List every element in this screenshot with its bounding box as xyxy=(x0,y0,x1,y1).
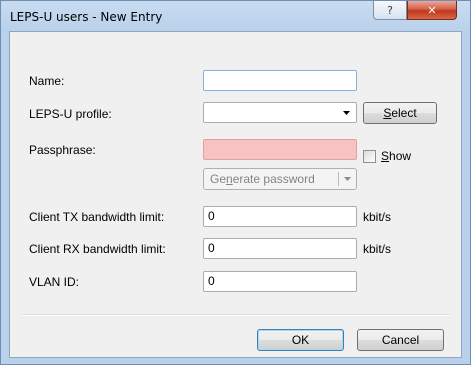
tx-limit-field[interactable]: 0 xyxy=(203,206,357,227)
dialog-window: LEPS-U users - New Entry ? ✕ Name: LEPS-… xyxy=(0,0,471,365)
show-passphrase-label[interactable]: Show xyxy=(381,149,411,163)
select-profile-button[interactable]: Select xyxy=(363,102,437,124)
select-label: elect xyxy=(391,106,417,120)
generate-label-pre: Ge xyxy=(210,172,227,186)
vlan-id-field[interactable]: 0 xyxy=(203,271,357,292)
close-button[interactable]: ✕ xyxy=(407,1,457,20)
passphrase-field[interactable] xyxy=(203,139,357,160)
rx-limit-label: Client RX bandwidth limit: xyxy=(29,242,166,256)
title-bar[interactable]: LEPS-U users - New Entry ? ✕ xyxy=(1,1,470,31)
profile-dropdown[interactable] xyxy=(203,102,357,123)
dialog-body: Name: LEPS-U profile: Select Passphrase:… xyxy=(9,31,462,358)
generate-password-button[interactable]: Ge n erate password xyxy=(203,168,357,190)
generate-label-post: erate password xyxy=(232,172,315,186)
name-label: Name: xyxy=(29,74,65,88)
window-title: LEPS-U users - New Entry xyxy=(10,10,163,24)
passphrase-label: Passphrase: xyxy=(29,143,96,157)
show-accel: S xyxy=(381,149,390,163)
cancel-button[interactable]: Cancel xyxy=(357,329,444,351)
profile-label: LEPS-U profile: xyxy=(29,107,112,121)
tx-limit-label: Client TX bandwidth limit: xyxy=(29,210,165,224)
chevron-down-icon xyxy=(344,177,351,181)
vlan-id-label: VLAN ID: xyxy=(29,275,80,289)
ok-button[interactable]: OK xyxy=(257,329,344,351)
rx-unit-label: kbit/s xyxy=(363,242,392,256)
show-passphrase-checkbox[interactable] xyxy=(363,150,376,163)
show-label-rest: how xyxy=(389,149,412,163)
help-button[interactable]: ? xyxy=(373,1,407,20)
separator xyxy=(22,314,450,316)
select-accel: S xyxy=(383,106,392,120)
close-icon: ✕ xyxy=(427,3,437,17)
tx-unit-label: kbit/s xyxy=(363,210,392,224)
rx-limit-field[interactable]: 0 xyxy=(203,238,357,259)
split-divider xyxy=(338,172,339,186)
generate-accel: n xyxy=(226,172,233,186)
chevron-down-icon xyxy=(343,111,350,115)
name-field[interactable] xyxy=(203,70,357,91)
help-icon: ? xyxy=(387,3,393,17)
